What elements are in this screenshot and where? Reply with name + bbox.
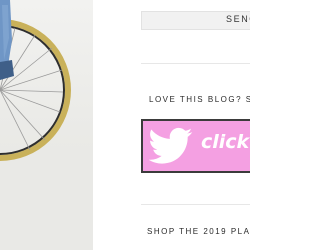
share-section-heading: LOVE THIS BLOG? SH [149, 95, 250, 104]
planner-section-heading: SHOP THE 2019 PLANN [147, 227, 250, 236]
banner-click-text: click [201, 131, 250, 153]
send-label: SENO [226, 14, 250, 24]
divider [141, 63, 250, 64]
divider [141, 204, 250, 205]
bicycle-photo [0, 0, 93, 250]
sidebar: SENO LOVE THIS BLOG? SH click SHOP THE 2… [93, 0, 250, 250]
twitter-bird-icon [149, 127, 193, 164]
twitter-click-banner[interactable]: click [141, 119, 250, 173]
bicycle-wheel-image [0, 0, 93, 250]
